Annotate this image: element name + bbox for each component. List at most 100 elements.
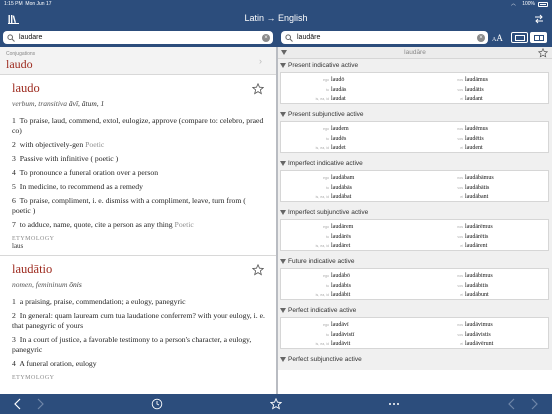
verb-form[interactable]: laudāvimus bbox=[465, 321, 493, 330]
pronoun-label: vos bbox=[457, 283, 463, 288]
verb-form[interactable]: laudārem bbox=[331, 223, 353, 232]
section-header[interactable]: Present indicative active bbox=[278, 59, 552, 72]
verb-form[interactable]: laudō bbox=[331, 76, 344, 85]
collapse-triangle-icon[interactable] bbox=[280, 210, 286, 215]
pronoun-label: ei bbox=[460, 146, 463, 150]
pronoun-label: tu bbox=[326, 87, 329, 92]
verb-form[interactable]: laudat bbox=[331, 95, 346, 104]
more-icon[interactable] bbox=[388, 398, 400, 410]
pronoun-label: nos bbox=[457, 127, 463, 131]
swap-icon[interactable] bbox=[534, 14, 544, 24]
sense: 7 to adduce, name, quote, cite a person … bbox=[12, 220, 194, 229]
section-header[interactable]: Perfect indicative active bbox=[278, 304, 552, 317]
text-size-icon[interactable]: AA bbox=[492, 32, 503, 46]
pronoun-label: vos bbox=[457, 234, 463, 239]
verb-form[interactable]: laudet bbox=[331, 144, 346, 153]
collapse-triangle-icon[interactable] bbox=[280, 112, 286, 117]
verb-form[interactable]: laudās bbox=[331, 86, 346, 95]
verb-form[interactable]: laudābit bbox=[331, 291, 350, 300]
singular-form: ego laudāvī bbox=[281, 321, 415, 330]
star-icon[interactable] bbox=[252, 264, 264, 276]
conjugation-pane: laudāre Present indicative active ego laud… bbox=[278, 47, 552, 394]
collapse-triangle-icon[interactable] bbox=[281, 50, 287, 55]
star-icon[interactable] bbox=[252, 83, 264, 95]
left-search-input[interactable]: laudare bbox=[19, 34, 262, 41]
collapse-triangle-icon[interactable] bbox=[280, 63, 286, 68]
back-icon[interactable] bbox=[506, 398, 518, 410]
clear-icon[interactable]: × bbox=[262, 33, 270, 42]
verb-form[interactable]: laudem bbox=[331, 125, 349, 134]
history-icon[interactable] bbox=[151, 398, 163, 410]
verb-form[interactable]: laudārent bbox=[465, 242, 487, 251]
back-icon[interactable] bbox=[12, 398, 24, 410]
paradigm-title: laudāre bbox=[404, 49, 426, 56]
verb-form[interactable]: laudātis bbox=[465, 86, 484, 95]
pronoun-label: vos bbox=[457, 87, 463, 92]
left-search-field[interactable]: laudare × bbox=[3, 31, 273, 44]
verb-form[interactable]: laudābō bbox=[331, 272, 350, 281]
conjugations-card[interactable]: Conjugations laudo › bbox=[0, 47, 276, 75]
singular-form: tu laudārēs bbox=[281, 233, 415, 242]
star-icon[interactable] bbox=[538, 48, 548, 58]
section-header[interactable]: Future indicative active bbox=[278, 255, 552, 268]
collapse-triangle-icon[interactable] bbox=[280, 161, 286, 166]
verb-form[interactable]: laudāret bbox=[331, 242, 350, 251]
section-header[interactable]: Imperfect subjunctive active bbox=[278, 206, 552, 219]
wifi-icon: ◠ bbox=[511, 2, 516, 9]
section-title: Present indicative active bbox=[288, 62, 359, 69]
plural-form: nos laudāmus bbox=[415, 76, 549, 85]
verb-form[interactable]: laudētis bbox=[465, 135, 484, 144]
section-title: Perfect indicative active bbox=[288, 307, 357, 314]
section-header[interactable]: Present subjunctive active bbox=[278, 108, 552, 121]
verb-form[interactable]: laudābunt bbox=[465, 291, 489, 300]
verb-form[interactable]: laudābant bbox=[465, 193, 488, 202]
verb-form[interactable]: laudāvistī bbox=[331, 331, 354, 340]
clear-icon[interactable]: × bbox=[477, 33, 485, 42]
pronoun-label: vos bbox=[457, 185, 463, 190]
verb-form[interactable]: laudēs bbox=[331, 135, 346, 144]
verb-form[interactable]: laudābam bbox=[331, 174, 354, 183]
verb-form[interactable]: laudāvit bbox=[331, 340, 350, 349]
etymology[interactable]: laus bbox=[12, 242, 266, 250]
paradigm-sections: Present indicative active ego laudō nos laud… bbox=[278, 59, 552, 370]
verb-form[interactable]: laudāvistis bbox=[465, 331, 491, 340]
singular-form: tu laudās bbox=[281, 86, 415, 95]
verb-form[interactable]: laudant bbox=[465, 95, 483, 104]
verb-form[interactable]: laudārētis bbox=[465, 233, 488, 242]
verb-form[interactable]: laudābat bbox=[331, 193, 351, 202]
verb-form[interactable]: laudāvī bbox=[331, 321, 349, 330]
verb-form[interactable]: laudārēmus bbox=[465, 223, 493, 232]
conjugation-table: ego laudem nos laudēmus tu laudēs vos laudētis i… bbox=[280, 121, 549, 153]
singular-form: ego laudem bbox=[281, 125, 415, 134]
chevron-right-icon: › bbox=[259, 56, 262, 66]
pronoun-label: ei bbox=[460, 195, 463, 199]
verb-form[interactable]: laudāvērunt bbox=[465, 340, 493, 349]
verb-form[interactable]: laudābātis bbox=[465, 184, 489, 193]
forward-icon[interactable] bbox=[528, 398, 540, 410]
verb-form[interactable]: laudēmus bbox=[465, 125, 488, 134]
verb-form[interactable]: laudābitis bbox=[465, 282, 488, 291]
collapse-triangle-icon[interactable] bbox=[280, 357, 286, 362]
section-header[interactable]: Imperfect indicative active bbox=[278, 157, 552, 170]
verb-form[interactable]: laudārēs bbox=[331, 233, 351, 242]
sense: 1 To praise, laud, commend, extol, eulog… bbox=[12, 116, 264, 135]
sense: 1 a praising, praise, commendation; a eu… bbox=[12, 297, 186, 306]
verb-form[interactable]: laudābāmus bbox=[465, 174, 494, 183]
verb-form[interactable]: laudābās bbox=[331, 184, 352, 193]
forward-icon[interactable] bbox=[34, 398, 46, 410]
verb-form[interactable]: laudābimus bbox=[465, 272, 493, 281]
conjugation-table: ego laudābam nos laudābāmus tu laudābās vos lau… bbox=[280, 170, 549, 202]
star-icon[interactable] bbox=[270, 398, 282, 410]
section-header[interactable]: Perfect subjunctive active bbox=[278, 353, 552, 366]
right-search-input[interactable]: laudāre bbox=[297, 34, 477, 41]
verb-form[interactable]: laudent bbox=[465, 144, 483, 153]
collapse-triangle-icon[interactable] bbox=[280, 308, 286, 313]
collapse-triangle-icon[interactable] bbox=[280, 259, 286, 264]
split-pane-layout-icon[interactable] bbox=[530, 32, 547, 43]
right-search-field[interactable]: laudāre × bbox=[281, 31, 488, 44]
single-pane-layout-icon[interactable] bbox=[511, 32, 528, 43]
plural-form: ei laudant bbox=[415, 95, 549, 104]
headword: laudo bbox=[12, 81, 40, 95]
verb-form[interactable]: laudāmus bbox=[465, 76, 488, 85]
verb-form[interactable]: laudābis bbox=[331, 282, 351, 291]
